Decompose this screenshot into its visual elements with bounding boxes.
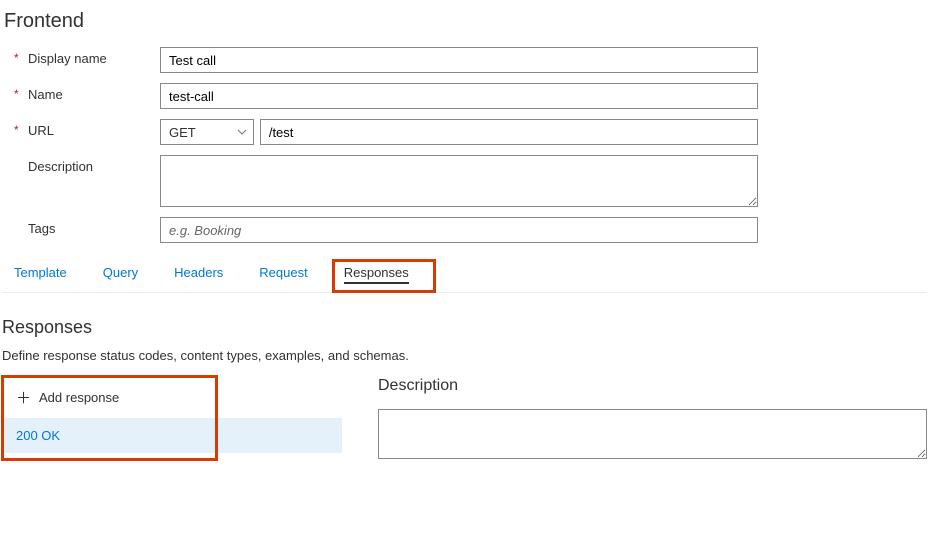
responses-list: ＋ Add response 200 OK (2, 377, 342, 462)
page-title: Frontend (4, 10, 927, 33)
required-asterisk: * (14, 87, 22, 101)
field-description: Description (2, 155, 927, 207)
responses-description: Define response status codes, content ty… (2, 348, 927, 363)
response-description-textarea[interactable] (378, 409, 927, 459)
responses-title: Responses (2, 317, 927, 338)
description-textarea[interactable] (160, 155, 758, 207)
tags-input[interactable] (160, 217, 758, 243)
label-display-name: Display name (28, 51, 107, 66)
add-response-label: Add response (39, 390, 119, 405)
chevron-down-icon (237, 127, 247, 138)
response-item-200[interactable]: 200 OK (2, 418, 342, 453)
label-name: Name (28, 87, 63, 102)
display-name-input[interactable] (160, 47, 758, 73)
tab-responses[interactable]: Responses (344, 265, 409, 284)
name-input[interactable] (160, 83, 758, 109)
tab-headers[interactable]: Headers (174, 265, 223, 284)
label-description: Description (28, 159, 93, 174)
plus-icon: ＋ (16, 387, 31, 408)
field-tags: Tags (2, 217, 927, 243)
tab-request[interactable]: Request (259, 265, 307, 284)
response-description-label: Description (378, 377, 927, 395)
label-tags: Tags (28, 221, 55, 236)
required-asterisk: * (14, 51, 22, 65)
url-path-input[interactable] (260, 119, 758, 145)
field-url: * URL GET (2, 119, 927, 145)
tab-template[interactable]: Template (14, 265, 67, 284)
http-method-value: GET (169, 125, 196, 140)
response-detail: Description (378, 377, 927, 462)
tabs: Template Query Headers Request Responses (2, 265, 927, 293)
responses-layout: ＋ Add response 200 OK Description (2, 377, 927, 462)
field-name: * Name (2, 83, 927, 109)
tab-query[interactable]: Query (103, 265, 138, 284)
http-method-select[interactable]: GET (160, 119, 254, 145)
field-display-name: * Display name (2, 47, 927, 73)
required-asterisk: * (14, 123, 22, 137)
add-response-button[interactable]: ＋ Add response (2, 377, 342, 418)
label-url: URL (28, 123, 54, 138)
